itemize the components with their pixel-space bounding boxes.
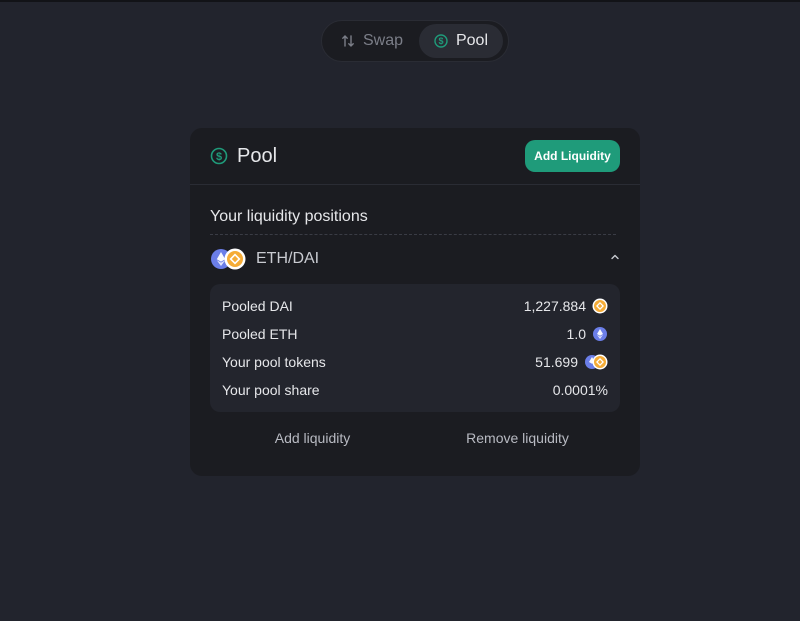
detail-row-pool-share: Your pool share 0.0001% bbox=[222, 376, 608, 404]
add-liquidity-link[interactable]: Add liquidity bbox=[210, 430, 415, 450]
position-details: Pooled DAI 1,227.884 Pooled ETH 1.0 Your… bbox=[210, 284, 620, 412]
detail-value: 1,227.884 bbox=[523, 298, 586, 314]
position-eth-dai-toggle[interactable]: ETH/DAI bbox=[210, 246, 620, 272]
chevron-up-icon bbox=[611, 254, 619, 260]
detail-label: Your pool share bbox=[222, 382, 320, 398]
dai-token-icon bbox=[224, 248, 246, 270]
pool-card-title: Pool bbox=[237, 144, 278, 167]
detail-label: Pooled DAI bbox=[222, 298, 293, 314]
detail-value: 0.0001% bbox=[552, 382, 608, 398]
detail-row-pooled-eth: Pooled ETH 1.0 bbox=[222, 320, 608, 348]
eth-token-icon bbox=[593, 327, 607, 341]
dollar-coin-icon: $ bbox=[210, 147, 228, 165]
detail-label: Pooled ETH bbox=[222, 326, 298, 342]
eth-dai-pair-icon bbox=[210, 248, 246, 270]
add-liquidity-button[interactable]: Add Liquidity bbox=[525, 140, 620, 172]
section-divider bbox=[210, 234, 616, 235]
tab-pool[interactable]: $ Pool bbox=[419, 24, 503, 58]
svg-text:$: $ bbox=[438, 36, 443, 46]
position-actions: Add liquidity Remove liquidity bbox=[210, 430, 620, 450]
swap-arrows-icon bbox=[341, 34, 355, 48]
window-top-border bbox=[0, 0, 800, 2]
pool-card: $ Pool Add Liquidity Your liquidity posi… bbox=[190, 128, 640, 476]
detail-value: 51.699 bbox=[535, 354, 578, 370]
detail-label: Your pool tokens bbox=[222, 354, 326, 370]
pool-card-header: $ Pool Add Liquidity bbox=[190, 128, 640, 185]
dollar-coin-icon: $ bbox=[434, 34, 448, 48]
eth-dai-pair-icon bbox=[585, 354, 608, 370]
position-pair-name: ETH/DAI bbox=[256, 250, 320, 267]
detail-value: 1.0 bbox=[566, 326, 586, 342]
dai-token-icon bbox=[592, 298, 608, 314]
remove-liquidity-link[interactable]: Remove liquidity bbox=[415, 430, 620, 450]
tab-swap[interactable]: Swap bbox=[325, 24, 419, 58]
tab-pool-label: Pool bbox=[455, 32, 489, 49]
detail-row-pooled-dai: Pooled DAI 1,227.884 bbox=[222, 292, 608, 320]
tab-swap-label: Swap bbox=[362, 32, 404, 49]
liquidity-positions-heading: Your liquidity positions bbox=[210, 208, 368, 225]
svg-text:$: $ bbox=[216, 151, 222, 163]
swap-pool-switcher: Swap $ Pool bbox=[321, 20, 509, 62]
detail-row-pool-tokens: Your pool tokens 51.699 bbox=[222, 348, 608, 376]
